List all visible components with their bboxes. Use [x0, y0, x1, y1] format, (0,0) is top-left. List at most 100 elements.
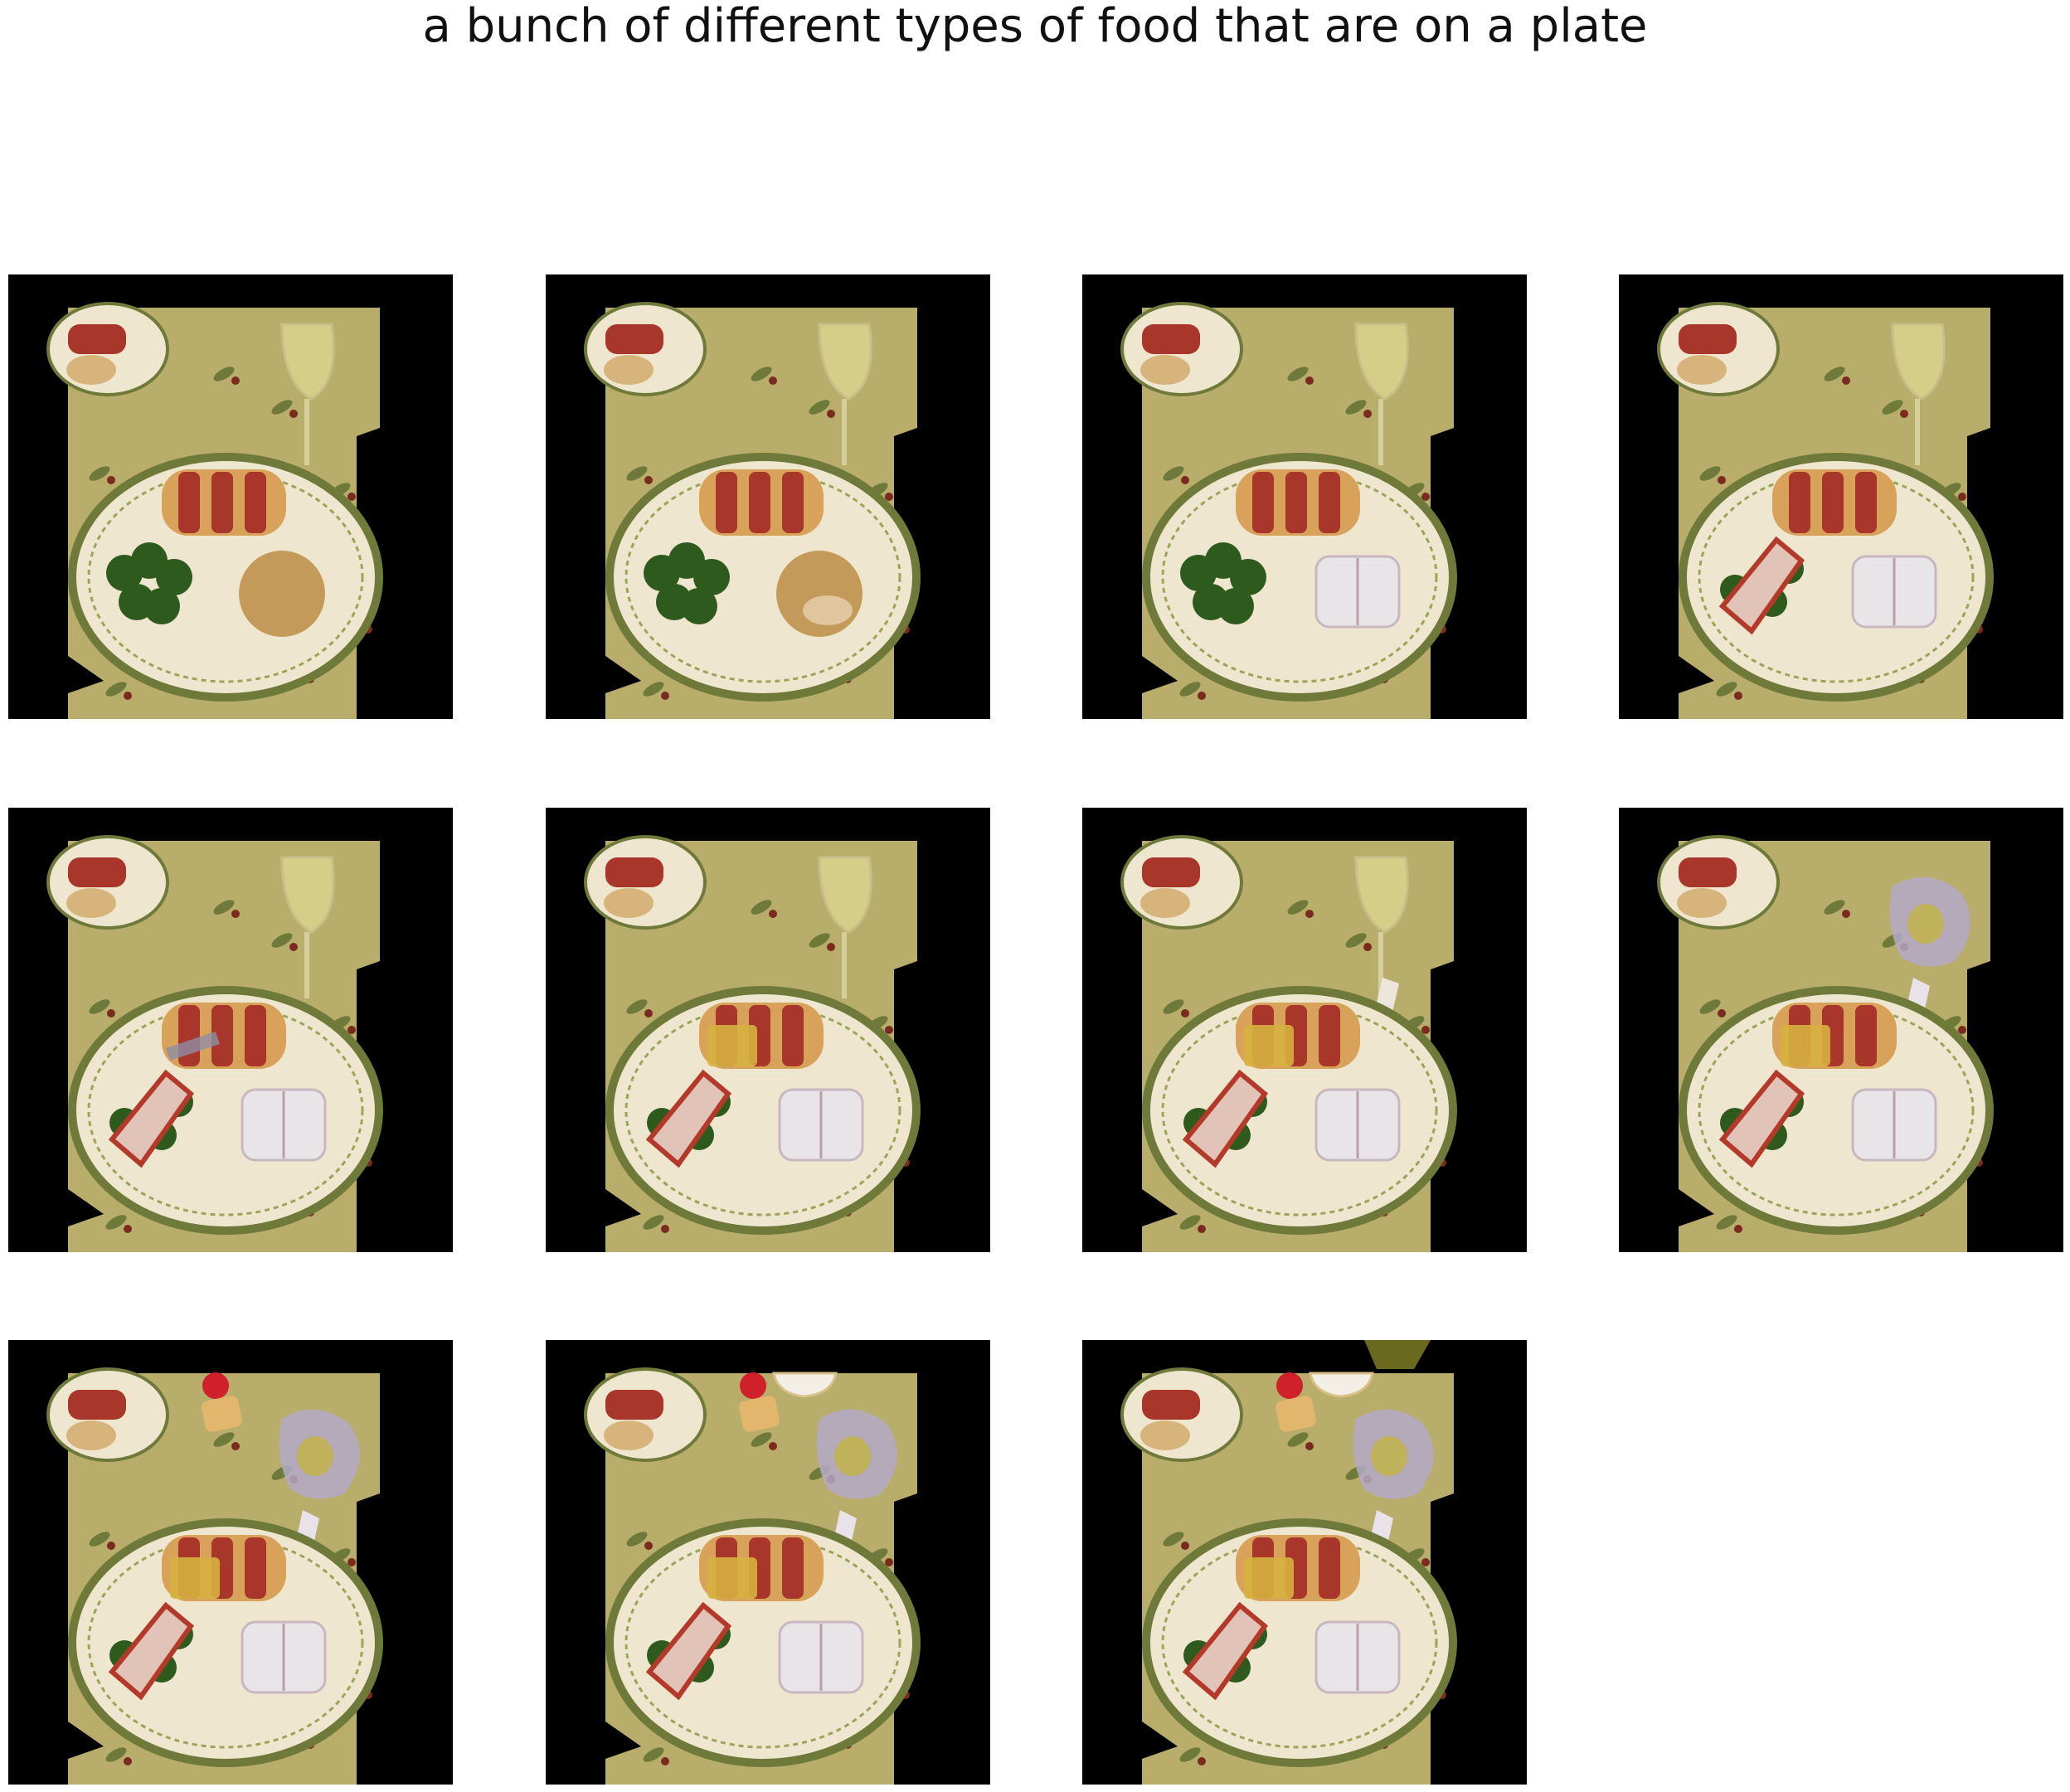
side-plate-bread	[1140, 355, 1190, 385]
side-plate-meat	[1142, 1390, 1200, 1420]
side-plate-meat	[1679, 324, 1737, 354]
side-plate-meat	[68, 1390, 126, 1420]
olive-pattern	[1198, 692, 1206, 700]
olive-pattern	[289, 410, 298, 418]
photo-canvas	[46, 835, 383, 1252]
wine-in-glass	[834, 1436, 871, 1476]
roll-meat-band	[211, 472, 233, 533]
olive-pattern	[1181, 1009, 1189, 1017]
photo-canvas	[584, 302, 921, 719]
olive-pattern	[1198, 1225, 1206, 1233]
roll-meat-band	[178, 1005, 200, 1066]
food-image-panel-11	[1082, 1340, 1527, 1785]
olive-pattern	[1305, 376, 1314, 385]
roll-yellow-patch	[1244, 1557, 1294, 1599]
roll-yellow-patch	[1244, 1025, 1294, 1066]
photo-canvas	[46, 1367, 383, 1785]
roll-meat-band	[245, 472, 266, 533]
olive-pattern	[1181, 476, 1189, 484]
side-plate-bread	[604, 355, 654, 385]
side-plate-meat	[605, 1390, 663, 1420]
roll-meat-band	[1822, 472, 1844, 533]
roll-meat-band	[782, 472, 804, 533]
olive-pattern	[644, 1009, 653, 1017]
photo-canvas	[584, 1367, 921, 1785]
olive-pattern	[644, 476, 653, 484]
roll-meat-band	[245, 1005, 266, 1066]
olive-pattern	[124, 692, 132, 700]
food-image-panel-2	[546, 274, 990, 719]
side-plate-bread	[604, 888, 654, 918]
side-plate-meat	[68, 324, 126, 354]
olive-pattern	[1734, 692, 1742, 700]
food-image-panel-6	[546, 808, 990, 1252]
roll-meat-band	[1855, 472, 1877, 533]
olive-pattern	[289, 943, 298, 951]
side-plate-bread	[66, 355, 116, 385]
olive-pattern	[107, 476, 115, 484]
wine-glass-stem	[1378, 399, 1383, 465]
broccoli-floret	[143, 588, 180, 624]
olive-pattern	[1718, 1009, 1726, 1017]
food-image-panel-5	[8, 808, 453, 1252]
roll-meat-band	[1855, 1005, 1877, 1066]
wine-glass-stem	[842, 399, 847, 465]
side-plate-bread	[1677, 888, 1727, 918]
food-image-panel-3	[1082, 274, 1527, 719]
food-image-panel-8	[1619, 808, 2063, 1252]
food-image-panel-7	[1082, 808, 1527, 1252]
figure-title: a bunch of different types of food that …	[422, 0, 1648, 53]
olive-pattern	[231, 376, 240, 385]
roll-meat-band	[1789, 472, 1810, 533]
olive-pattern	[231, 910, 240, 918]
olive-pattern	[124, 1225, 132, 1233]
wine-in-glass	[1371, 1436, 1407, 1476]
olive-pattern	[1363, 410, 1372, 418]
side-plate-meat	[1142, 324, 1200, 354]
olive-pattern	[1734, 1225, 1742, 1233]
olive-pattern	[1718, 476, 1726, 484]
olive-pattern	[827, 410, 835, 418]
photo-canvas	[1120, 1340, 1457, 1785]
side-plate-bread	[604, 1420, 654, 1450]
broccoli-floret	[1217, 588, 1254, 624]
roll-meat-band	[782, 1537, 804, 1599]
cherry	[1276, 1372, 1303, 1399]
photo-canvas	[1657, 835, 1994, 1252]
leaf-piece	[1364, 1340, 1431, 1369]
roll-yellow-patch	[1781, 1025, 1830, 1066]
olive-pattern	[107, 1542, 115, 1550]
roll-meat-band	[1319, 1005, 1340, 1066]
food-image-panel-9	[8, 1340, 453, 1785]
olive-pattern	[1842, 376, 1850, 385]
roll-meat-band	[245, 1537, 266, 1599]
photo-canvas	[584, 835, 921, 1252]
side-plate-bread	[1677, 355, 1727, 385]
side-plate-meat	[1679, 857, 1737, 887]
roll-meat-band	[1319, 1537, 1340, 1599]
roll-yellow-patch	[707, 1025, 757, 1066]
side-plate-bread	[1140, 888, 1190, 918]
olive-pattern	[1900, 410, 1908, 418]
olive-pattern	[827, 943, 835, 951]
wine-in-glass	[297, 1436, 333, 1476]
food-image-panel-1	[8, 274, 453, 719]
olive-pattern	[107, 1009, 115, 1017]
roll-meat-band	[716, 472, 737, 533]
side-plate-meat	[1142, 857, 1200, 887]
olive-pattern	[769, 1442, 777, 1450]
olive-pattern	[661, 1757, 669, 1765]
wine-glass-stem	[1915, 399, 1920, 465]
olive-pattern	[1363, 943, 1372, 951]
roll-meat-band	[782, 1005, 804, 1066]
wine-glass-stem	[304, 399, 309, 465]
olive-pattern	[124, 1757, 132, 1765]
cherry	[202, 1372, 229, 1399]
olive-pattern	[1198, 1757, 1206, 1765]
wine-glass-stem	[842, 932, 847, 998]
broccoli-floret	[681, 588, 717, 624]
photo-canvas	[1657, 302, 1994, 719]
wine-in-glass	[1907, 904, 1944, 944]
roll-meat-band	[749, 472, 770, 533]
wine-glass-stem	[304, 932, 309, 998]
